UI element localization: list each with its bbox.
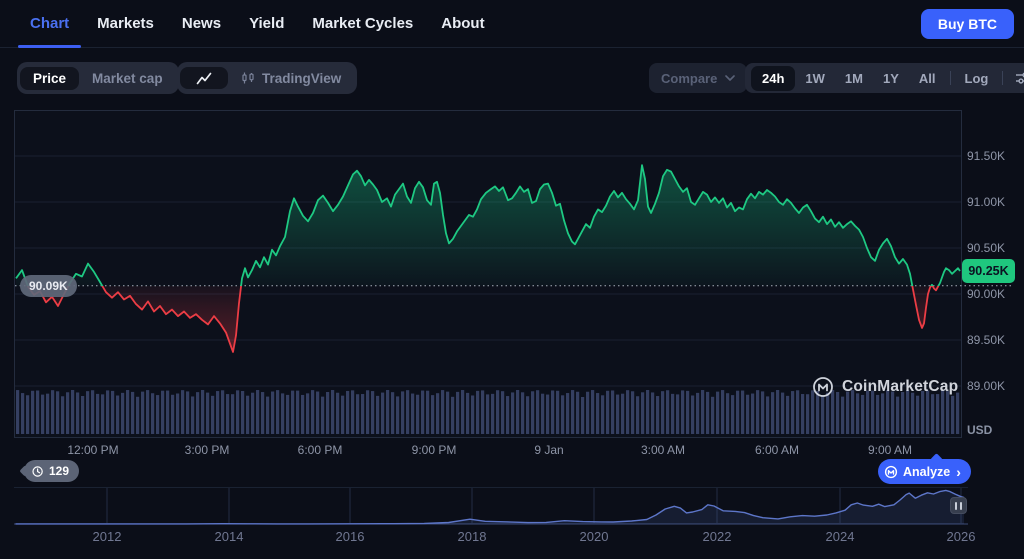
tab-news[interactable]: News [182,0,221,47]
history-clock-icon [32,465,43,477]
range-selector: 24h 1W 1M 1Y All Log [745,63,1024,93]
price-toggle-button[interactable]: Price [20,66,80,90]
tradingview-label: TradingView [262,70,342,86]
chart-style-toggle: TradingView [177,62,358,94]
year-tick: 2020 [579,529,609,544]
analyze-logo-icon [884,465,898,478]
tab-about[interactable]: About [441,0,484,47]
x-axis-tick: 3:00 PM [184,443,230,457]
tab-yield[interactable]: Yield [249,0,284,47]
range-1w-button[interactable]: 1W [795,66,835,91]
x-axis-tick: 6:00 PM [297,443,343,457]
price-area-down [27,286,939,352]
current-price-badge: 90.25K [962,259,1015,283]
x-axis-tick: 3:00 AM [640,443,686,457]
analyze-button[interactable]: Analyze › [878,459,971,484]
marketcap-toggle-button[interactable]: Market cap [79,67,176,90]
coinmarketcap-logo-icon [813,377,833,397]
sliders-icon [1016,72,1024,84]
buy-btc-button[interactable]: Buy BTC [920,9,1014,39]
crypto-chart-page: Chart Markets News Yield Market Cycles A… [0,0,1024,559]
range-all-button[interactable]: All [909,66,946,91]
line-chart-icon [196,72,212,85]
compare-label: Compare [661,70,718,86]
y-axis-tick: 91.50K [967,149,1006,163]
open-price-label: 90.09K [20,275,77,297]
range-24h-button[interactable]: 24h [751,65,796,91]
x-axis-tick: 6:00 AM [754,443,800,457]
y-axis-tick: 89.00K [967,379,1006,393]
log-scale-button[interactable]: Log [955,66,999,91]
price-area-up [16,165,960,286]
y-axis-tick: 90.00K [967,287,1006,301]
mini-area [15,490,964,524]
year-tick: 2016 [335,529,365,544]
x-axis-tick: 9:00 PM [411,443,457,457]
tab-chart[interactable]: Chart [17,0,82,48]
year-tick: 2024 [825,529,855,544]
y-axis-tick: 91.00K [967,195,1006,209]
history-count: 129 [49,464,70,478]
tradingview-style-button[interactable]: TradingView [228,67,354,90]
watermark: CoinMarketCap [812,376,958,398]
chevron-right-icon: › [956,463,961,480]
currency-unit-label: USD [967,423,993,437]
year-tick: 2014 [214,529,244,544]
price-line-up [15,164,961,286]
year-tick: 2026 [946,529,976,544]
analyze-label: Analyze [903,464,951,479]
x-axis-tick: 9:00 AM [867,443,913,457]
candlestick-icon [242,72,254,83]
watermark-label: CoinMarketCap [842,378,959,395]
top-nav: Chart Markets News Yield Market Cycles A… [0,0,1024,48]
range-1m-button[interactable]: 1M [835,66,873,91]
line-chart-style-button[interactable] [180,67,228,89]
divider [949,71,951,85]
chevron-down-icon [725,75,736,81]
x-axis-tick: 12:00 PM [67,443,119,457]
history-count-badge[interactable]: 129 [24,460,80,482]
x-axis-tick: 9 Jan [534,443,564,457]
year-tick: 2012 [92,529,122,544]
tab-markets[interactable]: Markets [97,0,154,47]
y-axis-tick: 90.50K [967,241,1006,255]
tab-market-cycles[interactable]: Market Cycles [312,0,413,47]
price-line-down [26,286,940,353]
price-marketcap-toggle: Price Market cap [17,62,179,94]
range-1y-button[interactable]: 1Y [873,66,909,91]
chart-settings-button[interactable] [1007,72,1024,84]
range-brush-handle[interactable] [950,497,967,514]
year-tick: 2022 [702,529,732,544]
divider [1002,71,1004,85]
compare-button[interactable]: Compare [649,63,748,93]
y-axis-tick: 89.50K [967,333,1006,347]
year-tick: 2018 [457,529,487,544]
mini-price-line [15,489,965,525]
